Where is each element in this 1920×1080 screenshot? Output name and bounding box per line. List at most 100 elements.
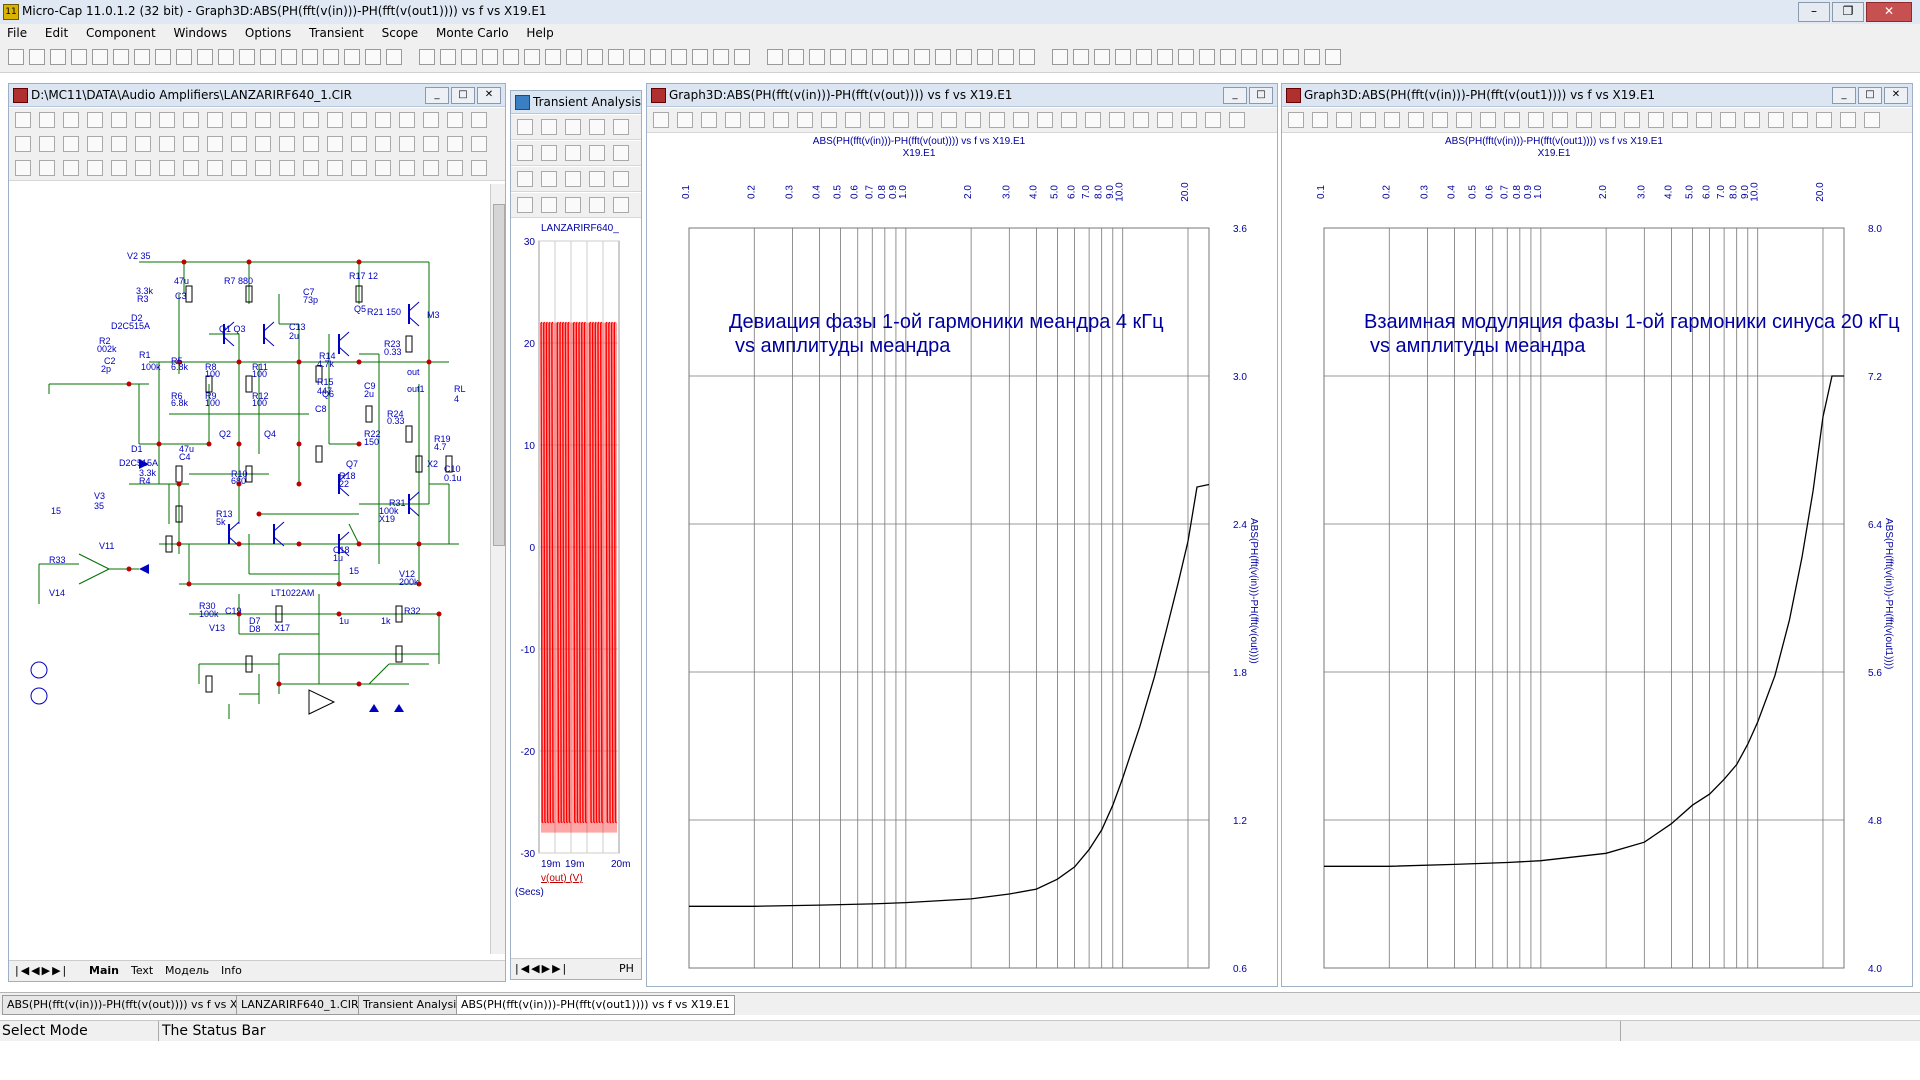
toolbar-button-icon[interactable] <box>1325 49 1341 65</box>
toolbar-button-icon[interactable] <box>8 49 24 65</box>
tool-icon[interactable] <box>541 197 557 213</box>
tool-icon[interactable] <box>87 112 103 128</box>
toolbar-button-icon[interactable] <box>239 49 255 65</box>
toolbar-button-icon[interactable] <box>134 49 150 65</box>
toolbar-button-icon[interactable] <box>1241 49 1257 65</box>
tool-icon[interactable] <box>1768 112 1784 128</box>
tool-icon[interactable] <box>1576 112 1592 128</box>
tool-icon[interactable] <box>613 171 629 187</box>
tool-icon[interactable] <box>1384 112 1400 128</box>
tool-icon[interactable] <box>589 197 605 213</box>
toolbar-button-icon[interactable] <box>1019 49 1035 65</box>
tool-icon[interactable] <box>63 112 79 128</box>
toolbar-button-icon[interactable] <box>767 49 783 65</box>
toolbar-button-icon[interactable] <box>1094 49 1110 65</box>
toolbar-button-icon[interactable] <box>650 49 666 65</box>
toolbar-button-icon[interactable] <box>1220 49 1236 65</box>
tool-icon[interactable] <box>447 136 463 152</box>
close-icon[interactable]: ✕ <box>477 87 501 104</box>
toolbar-button-icon[interactable] <box>1136 49 1152 65</box>
tab-model[interactable]: Модель <box>165 964 209 977</box>
tool-icon[interactable] <box>613 145 629 161</box>
tool-icon[interactable] <box>255 160 271 176</box>
tool-icon[interactable] <box>1792 112 1808 128</box>
tool-icon[interactable] <box>1133 112 1149 128</box>
tool-icon[interactable] <box>351 136 367 152</box>
tool-icon[interactable] <box>589 145 605 161</box>
tab-text[interactable]: Text <box>131 964 153 977</box>
tool-icon[interactable] <box>989 112 1005 128</box>
tool-icon[interactable] <box>63 136 79 152</box>
tool-icon[interactable] <box>183 136 199 152</box>
toolbar-button-icon[interactable] <box>1073 49 1089 65</box>
tool-icon[interactable] <box>1504 112 1520 128</box>
tool-icon[interactable] <box>1157 112 1173 128</box>
tool-icon[interactable] <box>135 160 151 176</box>
tool-icon[interactable] <box>327 112 343 128</box>
menu-edit[interactable]: Edit <box>38 24 75 40</box>
tool-icon[interactable] <box>517 145 533 161</box>
tool-icon[interactable] <box>279 160 295 176</box>
tool-icon[interactable] <box>1648 112 1664 128</box>
close-icon[interactable]: ✕ <box>1866 2 1912 22</box>
tool-icon[interactable] <box>565 145 581 161</box>
window-tab-transient[interactable]: Transient Analysis <box>358 995 467 1015</box>
toolbar-button-icon[interactable] <box>830 49 846 65</box>
toolbar-button-icon[interactable] <box>113 49 129 65</box>
tool-icon[interactable] <box>399 136 415 152</box>
tool-icon[interactable] <box>135 112 151 128</box>
tool-icon[interactable] <box>725 112 741 128</box>
tool-icon[interactable] <box>279 112 295 128</box>
tool-icon[interactable] <box>565 197 581 213</box>
window-tab-graph2[interactable]: ABS(PH(fft(v(in)))-PH(fft(v(out1)))) vs … <box>456 995 735 1015</box>
tool-icon[interactable] <box>869 112 885 128</box>
tool-icon[interactable] <box>917 112 933 128</box>
toolbar-button-icon[interactable] <box>608 49 624 65</box>
tool-icon[interactable] <box>39 112 55 128</box>
menu-component[interactable]: Component <box>79 24 163 40</box>
toolbar-button-icon[interactable] <box>713 49 729 65</box>
tool-icon[interactable] <box>255 112 271 128</box>
maximize-icon[interactable]: □ <box>1249 87 1273 104</box>
tool-icon[interactable] <box>39 160 55 176</box>
minimize-icon[interactable]: _ <box>425 87 449 104</box>
tool-icon[interactable] <box>1744 112 1760 128</box>
tool-icon[interactable] <box>1408 112 1424 128</box>
schematic-canvas[interactable]: V2 35R7 880 R17 1247u3.3k C3R3C773pQ5D2Q1 … <box>9 184 489 954</box>
tool-icon[interactable] <box>207 112 223 128</box>
tool-icon[interactable] <box>1360 112 1376 128</box>
tool-icon[interactable] <box>1205 112 1221 128</box>
tool-icon[interactable] <box>701 112 717 128</box>
toolbar-button-icon[interactable] <box>29 49 45 65</box>
tool-icon[interactable] <box>1600 112 1616 128</box>
tool-icon[interactable] <box>541 119 557 135</box>
tool-icon[interactable] <box>135 136 151 152</box>
tool-icon[interactable] <box>965 112 981 128</box>
tool-icon[interactable] <box>423 136 439 152</box>
toolbar-button-icon[interactable] <box>218 49 234 65</box>
tool-icon[interactable] <box>87 160 103 176</box>
tool-icon[interactable] <box>1696 112 1712 128</box>
tool-icon[interactable] <box>255 136 271 152</box>
tool-icon[interactable] <box>749 112 765 128</box>
window-tab-schematic[interactable]: LANZARIRF640_1.CIR <box>236 995 364 1015</box>
toolbar-button-icon[interactable] <box>50 49 66 65</box>
toolbar-button-icon[interactable] <box>1199 49 1215 65</box>
tool-icon[interactable] <box>517 197 533 213</box>
tool-icon[interactable] <box>399 112 415 128</box>
toolbar-button-icon[interactable] <box>788 49 804 65</box>
menu-monte-carlo[interactable]: Monte Carlo <box>429 24 516 40</box>
toolbar-button-icon[interactable] <box>503 49 519 65</box>
tool-icon[interactable] <box>423 160 439 176</box>
toolbar-button-icon[interactable] <box>419 49 435 65</box>
tool-icon[interactable] <box>183 160 199 176</box>
menu-transient[interactable]: Transient <box>302 24 371 40</box>
tool-icon[interactable] <box>845 112 861 128</box>
tool-icon[interactable] <box>613 197 629 213</box>
toolbar-button-icon[interactable] <box>1262 49 1278 65</box>
toolbar-button-icon[interactable] <box>851 49 867 65</box>
tool-icon[interactable] <box>111 160 127 176</box>
tab-nav-arrows[interactable]: |◀◀▶▶| <box>15 964 68 977</box>
tool-icon[interactable] <box>159 136 175 152</box>
tool-icon[interactable] <box>471 136 487 152</box>
